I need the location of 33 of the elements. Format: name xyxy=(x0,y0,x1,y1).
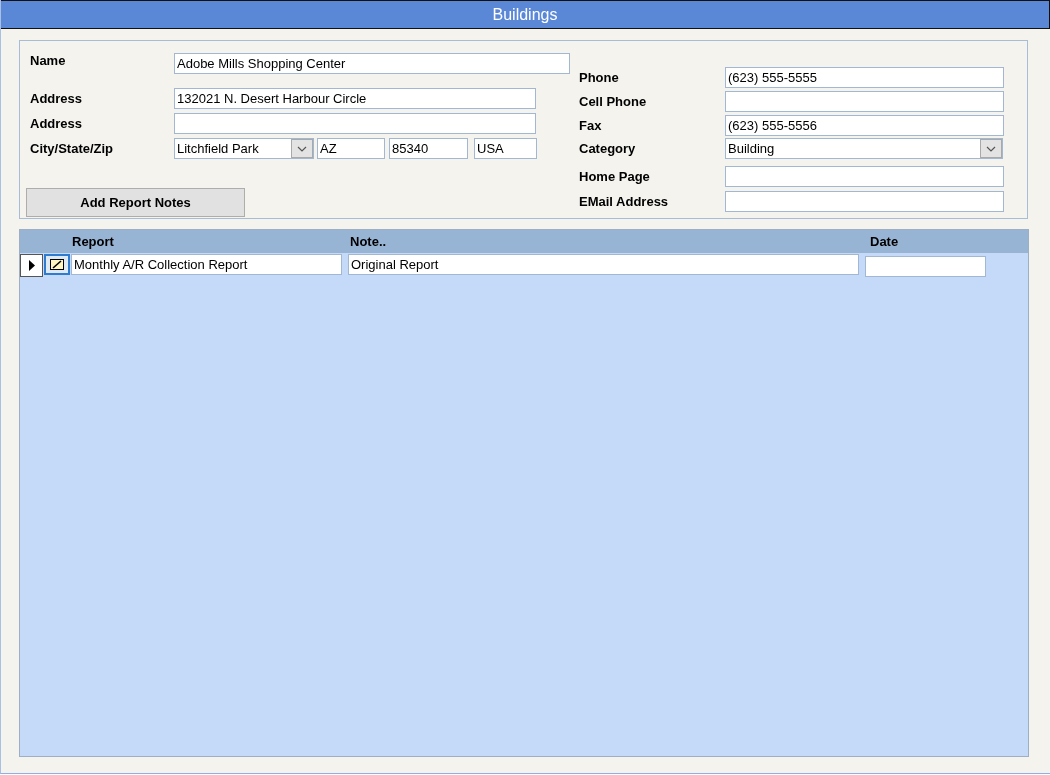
column-header: Date xyxy=(870,234,899,249)
city-dropdown[interactable]: Litchfield Park xyxy=(174,138,314,159)
field-label: Phone xyxy=(579,70,620,85)
text-field[interactable]: 132021 N. Desert Harbour Circle xyxy=(174,88,536,109)
field-label: Fax xyxy=(579,118,603,133)
text-field[interactable] xyxy=(725,91,1004,112)
field-label: EMail Address xyxy=(579,194,670,209)
field-label: Name xyxy=(30,53,67,68)
report-cell[interactable]: Monthly A/R Collection Report xyxy=(71,254,342,275)
field-label: Home Page xyxy=(579,169,651,184)
text-field[interactable] xyxy=(174,113,536,134)
window-title: Buildings xyxy=(1,0,1050,29)
row-selector[interactable] xyxy=(20,254,43,277)
add-notes-button[interactable]: Add Report Notes xyxy=(26,188,245,217)
column-header: Note.. xyxy=(350,234,388,249)
field-label: Cell Phone xyxy=(579,94,648,109)
zip-field[interactable]: 85340 xyxy=(389,138,468,159)
column-header: Report xyxy=(72,234,115,249)
text-field[interactable]: (623) 555-5556 xyxy=(725,115,1004,136)
text-field[interactable]: (623) 555-5555 xyxy=(725,67,1004,88)
text-field[interactable]: Adobe Mills Shopping Center xyxy=(174,53,570,74)
edit-note-icon[interactable] xyxy=(44,254,70,275)
note-cell[interactable]: Original Report xyxy=(348,254,859,275)
text-field[interactable] xyxy=(725,166,1004,187)
field-label: Address xyxy=(30,91,84,106)
date-cell[interactable] xyxy=(865,256,986,277)
dropdown-field[interactable]: Building xyxy=(725,138,1003,159)
field-label: Category xyxy=(579,141,637,156)
text-field[interactable] xyxy=(725,191,1004,212)
state-field[interactable]: AZ xyxy=(317,138,385,159)
field-label: Address xyxy=(30,116,84,131)
country-field[interactable]: USA xyxy=(474,138,537,159)
field-label: City/State/Zip xyxy=(30,141,115,156)
